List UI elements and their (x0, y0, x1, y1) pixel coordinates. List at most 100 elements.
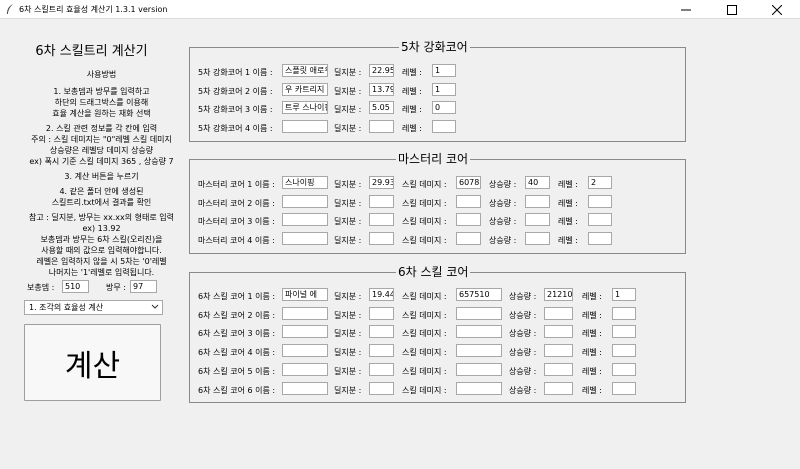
mastery-core-2-increase-input[interactable] (525, 195, 550, 208)
sixth-core-6-level-input[interactable] (612, 382, 636, 395)
mastery-core-1-damage-input[interactable]: 6078 (456, 176, 481, 189)
sixth-core-2-damage-input[interactable] (456, 307, 502, 320)
mastery-core-1-increase-input[interactable]: 40 (525, 176, 550, 189)
help-line: 4. 같은 폴더 안에 생성된 (59, 187, 144, 196)
fifth-core-3-share-input[interactable]: 5.05 (369, 101, 394, 114)
mastery-core-1-share-input[interactable]: 29.93 (369, 176, 394, 189)
fifth-core-4-level-input[interactable] (432, 120, 456, 133)
mastery-core-1-level-input[interactable]: 2 (588, 176, 612, 189)
ignore-defense-label: 방무 : (106, 283, 126, 292)
sixth-core-4-damage-label: 스킬 데미지 : (402, 348, 447, 357)
mastery-core-1-name-input[interactable]: 스나이핑 (282, 176, 328, 189)
sixth-core-6-name-input[interactable] (282, 382, 328, 395)
fifth-core-4-name-input[interactable] (282, 120, 328, 133)
mastery-core-group-title: 마스터리 코어 (396, 152, 471, 166)
sixth-core-3-increase-input[interactable] (544, 325, 573, 338)
sixth-core-6-share-input[interactable] (369, 382, 394, 395)
sixth-core-6-increase-label: 상승량 : (509, 386, 537, 395)
fifth-core-1-name-label: 5차 강화코어 1 이름 : (198, 68, 273, 77)
sixth-core-1-name-label: 6차 스킬 코어 1 이름 : (198, 292, 276, 301)
sixth-core-1-level-input[interactable]: 1 (612, 288, 636, 301)
ignore-defense-input[interactable]: 97 (130, 280, 157, 293)
sixth-core-4-share-label: 딜지분 : (334, 348, 362, 357)
fifth-core-1-level-label: 레벨 : (402, 68, 422, 77)
help-line: 레벨은 입력하지 않을 시 5차는 '0'레벨 (36, 257, 167, 266)
fifth-core-3-level-input[interactable]: 0 (432, 101, 456, 114)
sixth-core-1-increase-input[interactable]: 21210 (544, 288, 573, 301)
sixth-core-5-level-input[interactable] (612, 363, 636, 376)
boss-damage-input[interactable]: 510 (62, 280, 89, 293)
sixth-core-6-damage-input[interactable] (456, 382, 502, 395)
sixth-core-3-level-input[interactable] (612, 325, 636, 338)
fifth-core-1-share-input[interactable]: 22.95 (369, 64, 394, 77)
sixth-core-5-increase-input[interactable] (544, 363, 573, 376)
mastery-core-3-level-input[interactable] (588, 213, 612, 226)
fifth-core-2-level-input[interactable]: 1 (432, 83, 456, 96)
mastery-core-3-increase-label: 상승량 : (489, 217, 517, 226)
calculate-button[interactable]: 계산 (24, 324, 161, 401)
mastery-core-1-level-label: 레벨 : (558, 180, 578, 189)
sixth-core-4-damage-input[interactable] (456, 344, 502, 357)
chevron-down-icon (151, 304, 159, 309)
mastery-core-2-share-input[interactable] (369, 195, 394, 208)
sixth-core-4-share-input[interactable] (369, 344, 394, 357)
sixth-core-2-share-input[interactable] (369, 307, 394, 320)
fifth-core-2-share-label: 딜지분 : (334, 87, 362, 96)
help-line: 나머지는 '1'레벨로 입력됩니다. (48, 268, 155, 277)
sixth-core-5-damage-input[interactable] (456, 363, 502, 376)
mastery-core-3-increase-input[interactable] (525, 213, 550, 226)
mastery-core-3-damage-input[interactable] (456, 213, 481, 226)
mastery-core-4-share-input[interactable] (369, 232, 394, 245)
mastery-core-4-increase-input[interactable] (525, 232, 550, 245)
help-line: 주의 : 스킬 데미지는 "0"레벨 스킬 데미지 (31, 135, 172, 144)
sixth-core-6-increase-input[interactable] (544, 382, 573, 395)
mastery-core-4-name-input[interactable] (282, 232, 328, 245)
mastery-core-3-level-label: 레벨 : (558, 217, 578, 226)
mastery-core-2-name-input[interactable] (282, 195, 328, 208)
fifth-core-1-name-input[interactable]: 스플릿 애로우 (282, 64, 328, 77)
fifth-core-4-share-input[interactable] (369, 120, 394, 133)
mastery-core-1-share-label: 딜지분 : (334, 180, 362, 189)
usage-instructions: 사용방법 1. 보총뎀과 방무를 입력하고 하단의 드래그박스를 이용해 효율 … (0, 69, 203, 278)
sixth-core-1-name-input[interactable]: 파이널 에 (282, 288, 328, 301)
mastery-core-3-share-input[interactable] (369, 213, 394, 226)
sixth-core-4-name-input[interactable] (282, 344, 328, 357)
maximize-icon (727, 4, 737, 15)
sixth-core-6-level-label: 레벨 : (582, 386, 602, 395)
fifth-core-1-level-input[interactable]: 1 (432, 64, 456, 77)
sixth-core-4-level-input[interactable] (612, 344, 636, 357)
sixth-core-2-name-input[interactable] (282, 307, 328, 320)
mastery-core-4-level-label: 레벨 : (558, 236, 578, 245)
mastery-core-2-level-input[interactable] (588, 195, 612, 208)
close-button[interactable] (754, 0, 800, 19)
sixth-core-3-name-input[interactable] (282, 325, 328, 338)
mastery-core-3-name-input[interactable] (282, 213, 328, 226)
mastery-core-2-increase-label: 상승량 : (489, 199, 517, 208)
mastery-core-4-damage-label: 스킬 데미지 : (402, 236, 447, 245)
maximize-button[interactable] (709, 0, 755, 19)
sixth-core-2-level-label: 레벨 : (582, 311, 602, 320)
minimize-button[interactable] (663, 0, 709, 19)
sixth-core-3-damage-input[interactable] (456, 325, 502, 338)
sixth-core-3-name-label: 6차 스킬 코어 3 이름 : (198, 329, 276, 338)
fifth-core-2-name-input[interactable]: 우 카트리지 (282, 83, 328, 96)
sixth-core-2-level-input[interactable] (612, 307, 636, 320)
sixth-core-1-share-input[interactable]: 19.44 (369, 288, 394, 301)
sixth-core-5-share-input[interactable] (369, 363, 394, 376)
mastery-core-4-name-label: 마스터리 코어 4 이름 : (198, 236, 275, 245)
help-line: 효율 계산을 원하는 재화 선택 (52, 109, 151, 118)
sixth-core-5-name-input[interactable] (282, 363, 328, 376)
mastery-core-2-damage-input[interactable] (456, 195, 481, 208)
mastery-core-4-damage-input[interactable] (456, 232, 481, 245)
sixth-core-4-increase-input[interactable] (544, 344, 573, 357)
fifth-core-4-share-label: 딜지분 : (334, 124, 362, 133)
mastery-core-1-increase-label: 상승량 : (489, 180, 517, 189)
sixth-core-2-increase-input[interactable] (544, 307, 573, 320)
mastery-core-2-share-label: 딜지분 : (334, 199, 362, 208)
sixth-core-3-share-input[interactable] (369, 325, 394, 338)
fifth-core-3-name-input[interactable]: 트루 스나이핑 (282, 101, 328, 114)
mode-select[interactable]: 1. 조각의 효율성 계산 (24, 300, 163, 315)
fifth-core-2-share-input[interactable]: 13.79 (369, 83, 394, 96)
sixth-core-1-damage-input[interactable]: 657510 (456, 288, 502, 301)
mastery-core-4-level-input[interactable] (588, 232, 612, 245)
